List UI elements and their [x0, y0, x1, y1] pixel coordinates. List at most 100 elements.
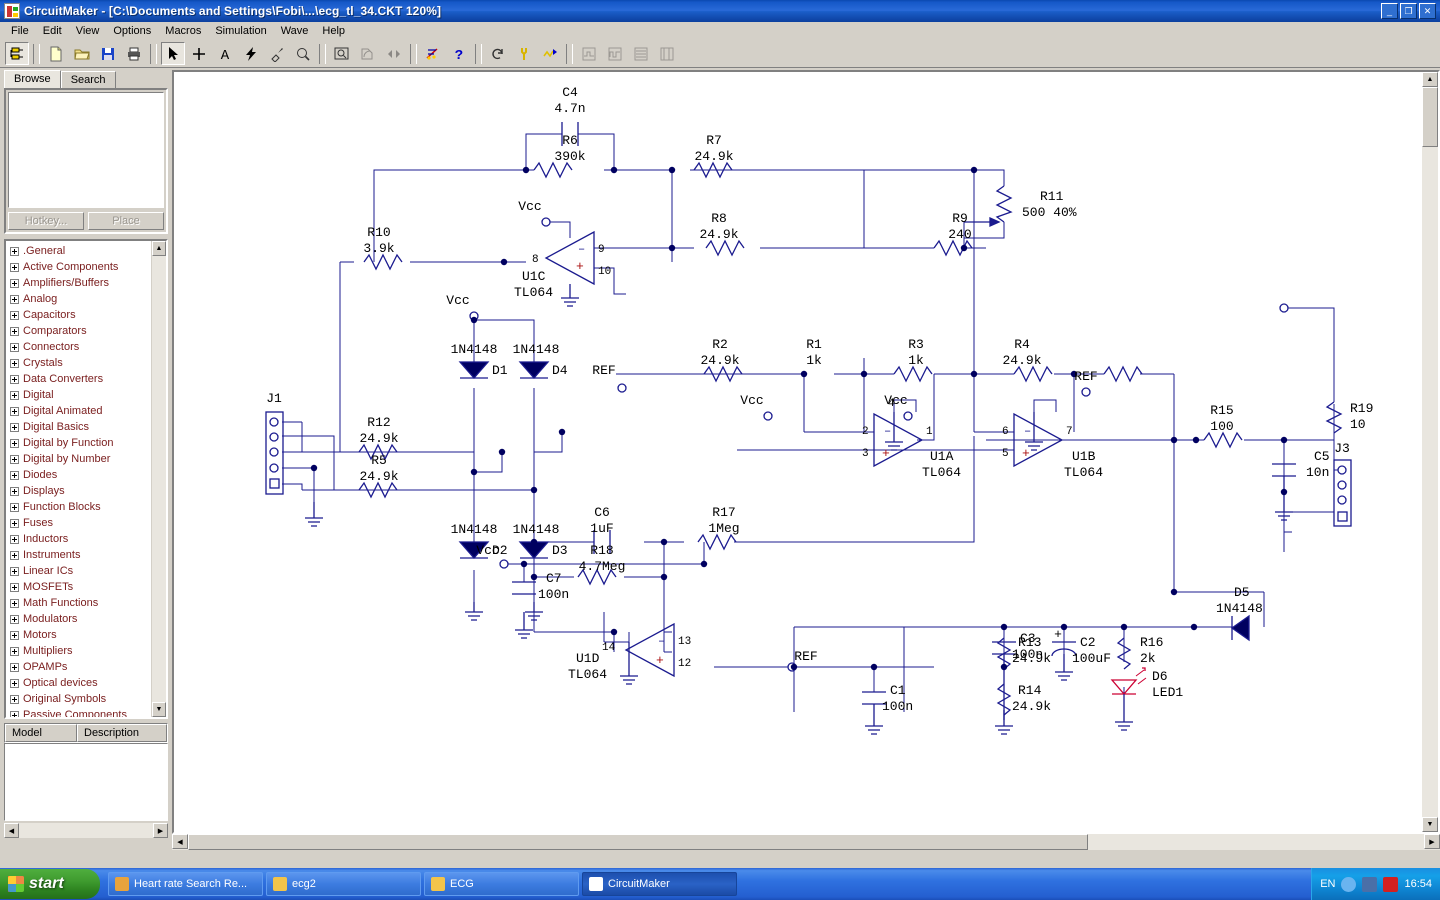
expand-plus-icon[interactable] — [10, 406, 19, 416]
expand-plus-icon[interactable] — [10, 374, 19, 384]
tree-item-passive-components[interactable]: Passive Components — [8, 707, 151, 717]
tree-item-active-components[interactable]: Active Components — [8, 259, 151, 275]
tree-item-optical-devices[interactable]: Optical devices — [8, 675, 151, 691]
tree-item-comparators[interactable]: Comparators — [8, 323, 151, 339]
tree-item-digital-animated[interactable]: Digital Animated — [8, 403, 151, 419]
expand-plus-icon[interactable] — [10, 342, 19, 352]
tree-item-opamps[interactable]: OPAMPs — [8, 659, 151, 675]
expand-plus-icon[interactable] — [10, 358, 19, 368]
expand-plus-icon[interactable] — [10, 246, 19, 256]
wire-plus-icon[interactable] — [187, 42, 211, 65]
menu-item-view[interactable]: View — [69, 24, 107, 38]
column-header-model[interactable]: Model — [5, 724, 77, 742]
redraw-icon[interactable] — [356, 42, 380, 65]
expand-plus-icon[interactable] — [10, 502, 19, 512]
place-button[interactable]: Place — [88, 212, 164, 230]
column-header-description[interactable]: Description — [77, 724, 167, 742]
menu-item-wave[interactable]: Wave — [274, 24, 316, 38]
tree-item-digital-by-number[interactable]: Digital by Number — [8, 451, 151, 467]
expand-plus-icon[interactable] — [10, 390, 19, 400]
waveform-3-icon[interactable] — [655, 42, 679, 65]
tree-item-instruments[interactable]: Instruments — [8, 547, 151, 563]
expand-plus-icon[interactable] — [10, 326, 19, 336]
arrow-select-icon[interactable] — [161, 42, 185, 65]
model-grid-hscrollbar[interactable]: ◀ ▶ — [4, 823, 168, 838]
taskbar-button[interactable]: CircuitMaker — [582, 872, 737, 896]
clock[interactable]: 16:54 — [1404, 878, 1432, 890]
expand-plus-icon[interactable] — [10, 566, 19, 576]
tree-scrollbar[interactable]: ▲ ▼ — [151, 241, 166, 717]
expand-plus-icon[interactable] — [10, 294, 19, 304]
category-tree[interactable]: .General Active Components Amplifiers/Buff… — [4, 239, 168, 719]
tree-item-inductors[interactable]: Inductors — [8, 531, 151, 547]
menu-item-file[interactable]: File — [4, 24, 36, 38]
expand-plus-icon[interactable] — [10, 422, 19, 432]
menu-item-help[interactable]: Help — [315, 24, 352, 38]
netlist-icon[interactable] — [421, 42, 445, 65]
expand-plus-icon[interactable] — [10, 534, 19, 544]
tree-item-math-functions[interactable]: Math Functions — [8, 595, 151, 611]
pan-icon[interactable] — [382, 42, 406, 65]
expand-plus-icon[interactable] — [10, 710, 19, 717]
canvas-hscroll-thumb[interactable] — [188, 834, 1088, 850]
expand-plus-icon[interactable] — [10, 598, 19, 608]
canvas-horizontal-scrollbar[interactable]: ◀ ▶ — [172, 834, 1440, 850]
tree-item-fuses[interactable]: Fuses — [8, 515, 151, 531]
expand-plus-icon[interactable] — [10, 614, 19, 624]
tree-item-analog[interactable]: Analog — [8, 291, 151, 307]
canvas-vertical-scrollbar[interactable]: ▲ ▼ — [1422, 72, 1438, 832]
model-scroll-right-button[interactable]: ▶ — [153, 823, 168, 838]
waveform-1-icon[interactable] — [603, 42, 627, 65]
tree-item-displays[interactable]: Displays — [8, 483, 151, 499]
undo-circle-icon[interactable] — [486, 42, 510, 65]
print-icon[interactable] — [122, 42, 146, 65]
tree-item-multipliers[interactable]: Multipliers — [8, 643, 151, 659]
tab-browse[interactable]: Browse — [4, 70, 61, 88]
menu-item-edit[interactable]: Edit — [36, 24, 69, 38]
antivirus-icon[interactable] — [1383, 876, 1399, 892]
tree-item-digital-by-function[interactable]: Digital by Function — [8, 435, 151, 451]
canvas-scroll-down-button[interactable]: ▼ — [1422, 817, 1438, 832]
tree-item-general[interactable]: .General — [8, 243, 151, 259]
text-tool-icon[interactable]: A — [213, 42, 237, 65]
close-button[interactable]: ✕ — [1419, 3, 1436, 19]
schematic-canvas[interactable]: – – – – + + + + C4 4.7n R6 390k R7 24.9k… — [174, 72, 1422, 832]
canvas-scroll-up-button[interactable]: ▲ — [1422, 72, 1438, 87]
digital-scope-icon[interactable] — [577, 42, 601, 65]
network-icon[interactable] — [1362, 876, 1378, 892]
canvas-scroll-left-button[interactable]: ◀ — [172, 834, 188, 849]
tree-item-digital[interactable]: Digital — [8, 387, 151, 403]
hotkey-button[interactable]: Hotkey... — [8, 212, 84, 230]
maximize-button[interactable]: ❐ — [1400, 3, 1417, 19]
new-file-icon[interactable] — [44, 42, 68, 65]
tree-item-capacitors[interactable]: Capacitors — [8, 307, 151, 323]
tree-item-mosfets[interactable]: MOSFETs — [8, 579, 151, 595]
tab-search[interactable]: Search — [60, 71, 116, 88]
expand-plus-icon[interactable] — [10, 582, 19, 592]
zoom-magnifier-icon[interactable] — [291, 42, 315, 65]
run-sim-icon[interactable] — [538, 42, 562, 65]
tree-item-data-converters[interactable]: Data Converters — [8, 371, 151, 387]
volume-icon[interactable] — [1341, 876, 1357, 892]
language-indicator[interactable]: EN — [1320, 878, 1335, 890]
tree-item-amplifiers-buffers[interactable]: Amplifiers/Buffers — [8, 275, 151, 291]
waveform-2-icon[interactable] — [629, 42, 653, 65]
start-button[interactable]: start — [0, 869, 100, 899]
probe-icon[interactable] — [265, 42, 289, 65]
expand-plus-icon[interactable] — [10, 662, 19, 672]
expand-plus-icon[interactable] — [10, 438, 19, 448]
canvas-vscroll-thumb[interactable] — [1422, 87, 1438, 147]
expand-plus-icon[interactable] — [10, 678, 19, 688]
model-grid-body[interactable] — [4, 743, 168, 821]
expand-plus-icon[interactable] — [10, 646, 19, 656]
expand-plus-icon[interactable] — [10, 470, 19, 480]
open-folder-icon[interactable] — [70, 42, 94, 65]
zoom-window-icon[interactable] — [330, 42, 354, 65]
menu-item-simulation[interactable]: Simulation — [208, 24, 273, 38]
lightning-icon[interactable] — [239, 42, 263, 65]
menu-item-options[interactable]: Options — [106, 24, 158, 38]
tree-scroll-down-button[interactable]: ▼ — [152, 702, 166, 717]
wrench-icon[interactable] — [512, 42, 536, 65]
tree-item-crystals[interactable]: Crystals — [8, 355, 151, 371]
tree-scroll-up-button[interactable]: ▲ — [152, 241, 166, 256]
